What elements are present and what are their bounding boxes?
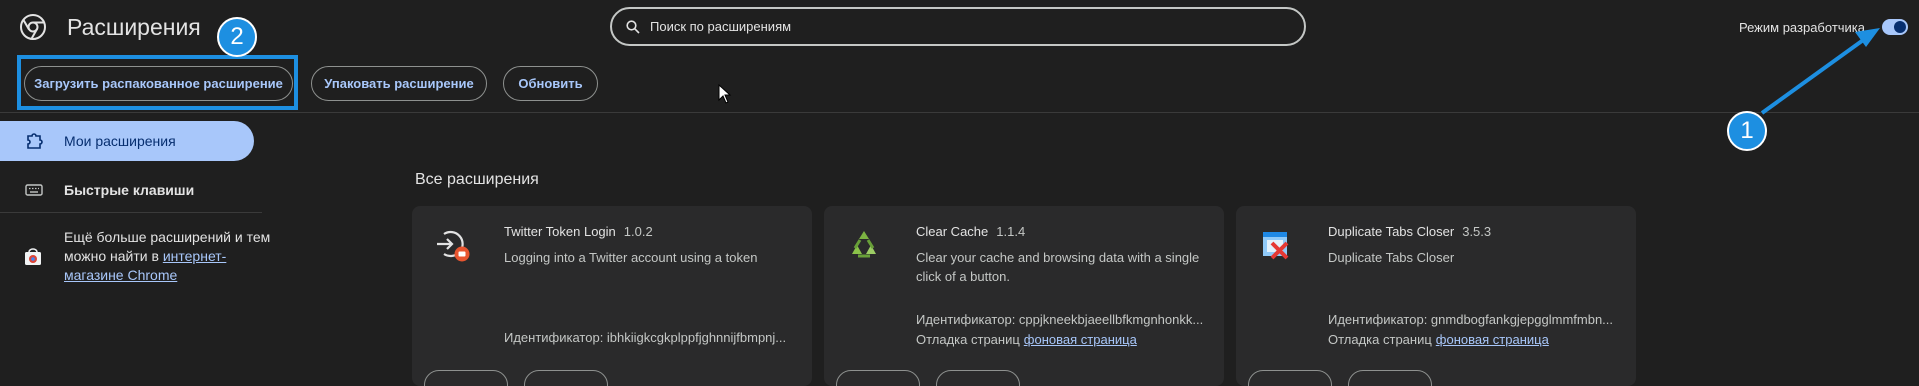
- dev-mode-label: Режим разработчика: [1739, 20, 1866, 35]
- keyboard-icon: [25, 184, 43, 196]
- extension-card: Twitter Token Login 1.0.2 Logging into a …: [412, 206, 812, 386]
- chrome-logo-icon: [20, 14, 46, 40]
- extension-id: Идентификатор: gnmdbogfankgjepgglmmfmbn.…: [1328, 312, 1614, 327]
- update-button[interactable]: Обновить: [503, 66, 598, 101]
- background-page-link[interactable]: фоновая страница: [1436, 332, 1549, 347]
- remove-button[interactable]: [524, 370, 608, 386]
- extension-id: Идентификатор: cppjkneekbjaeellbfkmgnhon…: [916, 312, 1204, 327]
- search-icon: [626, 19, 640, 34]
- annotation-marker-2: 2: [217, 17, 257, 57]
- sidebar-divider: [0, 212, 262, 213]
- extension-name: Clear Cache 1.1.4: [916, 224, 1026, 239]
- extension-version: 3.5.3: [1462, 224, 1492, 239]
- dev-mode-toggle[interactable]: [1882, 19, 1908, 35]
- remove-button[interactable]: [1348, 370, 1432, 386]
- extension-name: Duplicate Tabs Closer 3.5.3: [1328, 224, 1492, 239]
- toolbar-divider: [0, 112, 1919, 113]
- extension-description: Duplicate Tabs Closer: [1328, 250, 1455, 265]
- search-input[interactable]: [648, 18, 1252, 35]
- annotation-highlight-box: [17, 55, 298, 110]
- extension-name: Twitter Token Login 1.0.2: [504, 224, 653, 239]
- inspect-views: Отладка страниц фоновая страница: [1328, 332, 1549, 347]
- sidebar-item-label: Мои расширения: [64, 133, 176, 149]
- background-page-link[interactable]: фоновая страница: [1024, 332, 1137, 347]
- extension-version: 1.0.2: [623, 224, 653, 239]
- extension-card: Duplicate Tabs Closer 3.5.3 Duplicate Tab…: [1236, 206, 1636, 386]
- details-button[interactable]: [424, 370, 508, 386]
- sidebar-item-my-extensions[interactable]: Мои расширения: [0, 121, 254, 161]
- inspect-views: Отладка страниц фоновая страница: [916, 332, 1137, 347]
- web-store-icon: [25, 248, 41, 265]
- sidebar-item-label: Быстрые клавиши: [64, 182, 195, 198]
- tabs-closer-icon: [1263, 232, 1289, 260]
- remove-button[interactable]: [936, 370, 1020, 386]
- search-bar[interactable]: [610, 7, 1306, 46]
- section-title: Все расширения: [415, 171, 539, 188]
- recycle-icon: [852, 231, 876, 258]
- page-title: Расширения: [67, 14, 201, 40]
- extension-id: Идентификатор: ibhkiigkcgkplppfjghnnijfb…: [504, 330, 787, 345]
- sidebar-item-shortcuts[interactable]: Быстрые клавиши: [0, 170, 254, 210]
- annotation-marker-1: 1: [1727, 111, 1767, 151]
- toggle-knob: [1894, 21, 1906, 33]
- mouse-cursor-icon: [718, 84, 732, 104]
- details-button[interactable]: [836, 370, 920, 386]
- extension-description: Clear your cache and browsing data with …: [916, 250, 1200, 284]
- extension-card: Clear Cache 1.1.4 Clear your cache and br…: [824, 206, 1224, 386]
- login-icon: [437, 230, 470, 262]
- extension-version: 1.1.4: [996, 224, 1026, 239]
- details-button[interactable]: [1248, 370, 1332, 386]
- puzzle-icon: [27, 133, 43, 149]
- pack-extension-button[interactable]: Упаковать расширение: [311, 66, 487, 101]
- extension-description: Logging into a Twitter account using a t…: [504, 250, 758, 265]
